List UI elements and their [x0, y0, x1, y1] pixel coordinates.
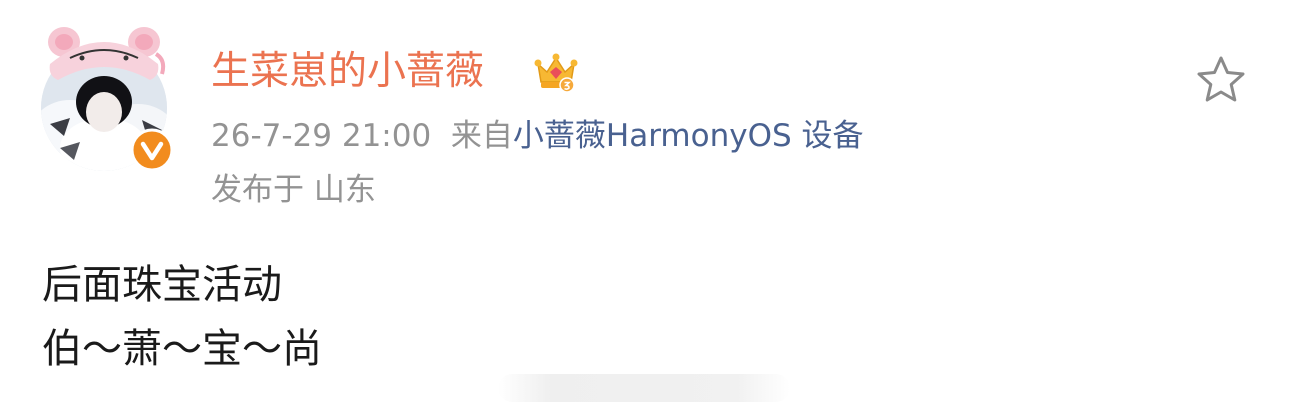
post-timestamp[interactable]: 26-7-29 21:00: [211, 118, 431, 154]
star-outline-icon[interactable]: [1194, 53, 1248, 107]
source-prefix: 来自: [450, 118, 513, 154]
blurred-watermark: [498, 374, 790, 402]
post-location: 发布于 山东: [211, 172, 376, 208]
user-name[interactable]: 生菜崽的小蔷薇: [211, 46, 484, 98]
avatar-container[interactable]: [40, 12, 174, 172]
post-meta: 26-7-29 21:00 来自小蔷薇HarmonyOS 设备: [211, 114, 864, 158]
crown-icon[interactable]: [532, 48, 580, 96]
post-content: 后面珠宝活动 伯～萧～宝～尚: [42, 253, 322, 381]
post-content-line: 伯～萧～宝～尚: [42, 326, 322, 372]
post-content-line: 后面珠宝活动: [42, 262, 282, 308]
weibo-post: 生菜崽的小蔷薇 26-7-29 21:00 来自小蔷薇HarmonyOS 设备 …: [0, 0, 1290, 416]
source-device-link[interactable]: 小蔷薇HarmonyOS 设备: [513, 118, 864, 154]
verified-v-icon: [130, 128, 174, 172]
